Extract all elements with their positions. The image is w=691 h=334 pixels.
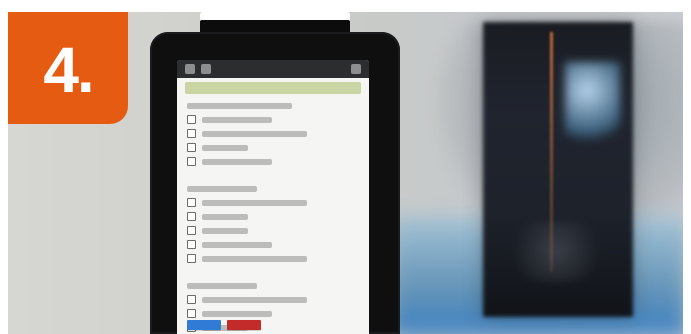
list-item[interactable] <box>187 197 359 208</box>
checkbox[interactable] <box>187 295 196 304</box>
settings-list <box>177 100 369 334</box>
list-item-label <box>187 102 292 109</box>
list-item[interactable] <box>187 294 359 305</box>
checkbox[interactable] <box>187 309 196 318</box>
checkbox[interactable] <box>187 212 196 221</box>
list-item[interactable] <box>187 239 359 250</box>
list-item-label <box>202 130 307 137</box>
list-item-label <box>202 158 272 165</box>
checkbox[interactable] <box>187 198 196 207</box>
status-bar <box>177 60 369 78</box>
checkbox[interactable] <box>187 226 196 235</box>
list-item[interactable] <box>187 211 359 222</box>
list-item-label <box>202 296 307 303</box>
scene: 4. <box>0 0 691 334</box>
list-item[interactable] <box>187 253 359 264</box>
list-item-label <box>202 213 248 220</box>
list-item[interactable] <box>187 156 359 167</box>
list-item-label <box>187 185 257 192</box>
list-item[interactable] <box>187 225 359 236</box>
checkbox[interactable] <box>187 129 196 138</box>
list-item[interactable] <box>187 128 359 139</box>
tablet-screen <box>177 60 369 334</box>
app-icon <box>201 64 211 74</box>
list-item[interactable] <box>187 142 359 153</box>
list-item-label <box>202 116 272 123</box>
list-item[interactable] <box>187 308 359 319</box>
list-item-label <box>187 282 257 289</box>
list-item <box>187 100 359 111</box>
list-item-label <box>202 255 307 262</box>
list-item-label <box>202 227 248 234</box>
secondary-button[interactable] <box>227 320 261 330</box>
checkbox[interactable] <box>187 115 196 124</box>
checkbox[interactable] <box>187 143 196 152</box>
list-item-label <box>202 199 307 206</box>
checkbox[interactable] <box>187 254 196 263</box>
back-icon <box>185 64 195 74</box>
list-item[interactable] <box>187 114 359 125</box>
list-item-label <box>202 144 248 151</box>
step-number: 4. <box>43 34 94 106</box>
settings-header-bar <box>185 82 361 94</box>
list-item <box>187 183 359 194</box>
product-package <box>483 22 633 317</box>
primary-button[interactable] <box>187 320 221 330</box>
list-item <box>187 280 359 291</box>
package-accent-stripe <box>550 32 553 272</box>
checkbox[interactable] <box>187 240 196 249</box>
list-item-label <box>202 241 272 248</box>
list-item-label <box>202 310 272 317</box>
step-badge: 4. <box>8 12 128 124</box>
menu-icon <box>351 64 361 74</box>
action-buttons <box>187 320 261 330</box>
checkbox[interactable] <box>187 157 196 166</box>
top-box <box>200 12 350 34</box>
